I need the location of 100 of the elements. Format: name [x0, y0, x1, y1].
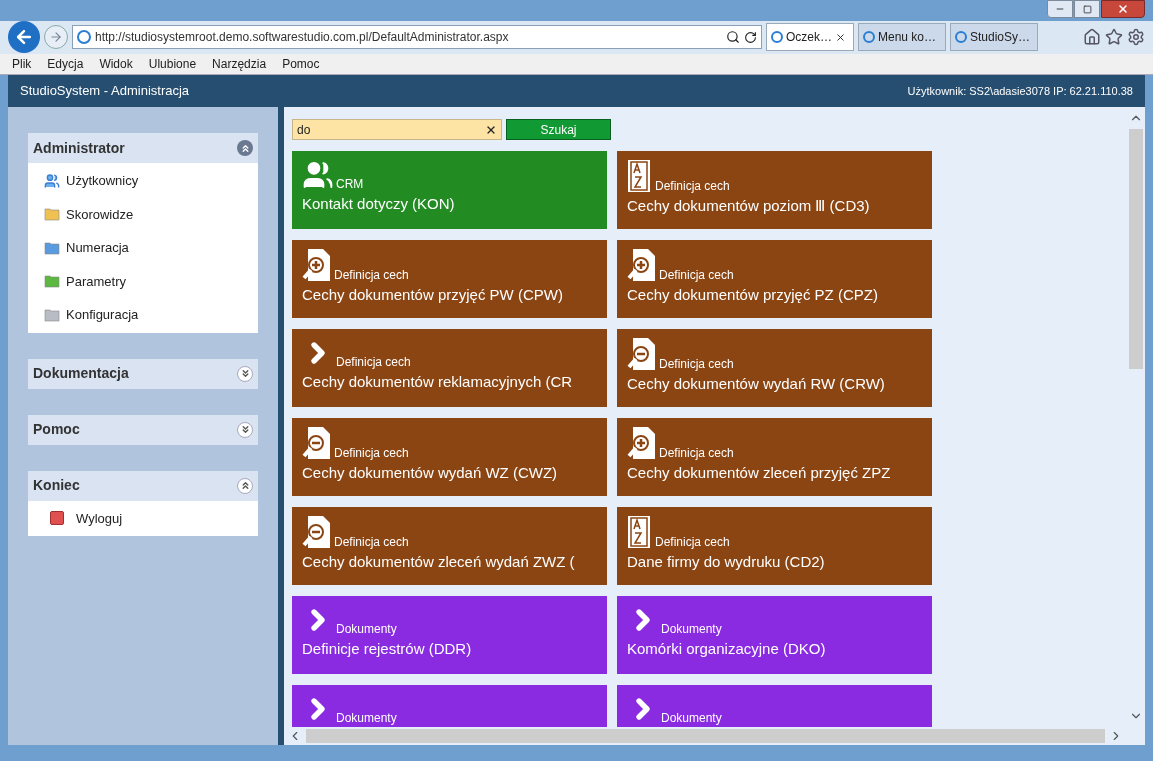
tile-category: Definicja cech	[334, 268, 409, 282]
search-value: do	[297, 121, 311, 139]
menu-item[interactable]: Plik	[12, 54, 32, 73]
address-bar[interactable]: http://studiosystemroot.demo.softwarestudio.com.pl/DefaultAdministrator.aspx	[72, 25, 762, 50]
tile-category: Definicja cech	[334, 446, 409, 460]
tile-category: Definicja cech	[655, 179, 730, 193]
zoom-out-document-icon	[627, 337, 657, 371]
tile-category: Definicja cech	[336, 355, 411, 369]
tile[interactable]: Definicja cech Cechy dokumentów zleceń wydań ZWZ (	[292, 507, 607, 585]
panel-title: Pomoc	[33, 420, 80, 439]
item-label: Konfiguracja	[66, 306, 139, 324]
sidebar-item[interactable]: Numeracja	[28, 231, 258, 265]
tile[interactable]: Definicja cech Cechy dokumentów przyjęć PZ (CPZ)	[617, 240, 932, 318]
tile[interactable]: Definicja cech Cechy dokumentów wydań RW (CRW)	[617, 329, 932, 407]
sidebar-item[interactable]: Konfiguracja	[28, 298, 258, 332]
search-icon[interactable]	[726, 30, 740, 45]
scroll-thumb[interactable]	[306, 729, 1105, 743]
tile-title: Dane firmy do wydruku (CD2)	[627, 552, 826, 572]
tile-category: Dokumenty	[661, 622, 722, 636]
panel-title: Dokumentacja	[33, 364, 129, 383]
refresh-icon[interactable]	[744, 30, 757, 44]
menu-item[interactable]: Pomoc	[282, 54, 320, 73]
scroll-thumb[interactable]	[1129, 129, 1143, 369]
close-icon[interactable]	[835, 31, 846, 43]
browser-tab[interactable]: Oczek…	[766, 23, 854, 52]
tile-title: Cechy dokumentów przyjęć PZ (CPZ)	[627, 285, 879, 305]
page-icon	[771, 31, 783, 44]
user-info: Użytkownik: SS2\adasie3078 IP: 62.21.110.38	[907, 83, 1133, 99]
panel-title: Administrator	[33, 138, 125, 158]
tile[interactable]: Dokumenty	[617, 685, 932, 727]
collapse-icon[interactable]	[237, 140, 253, 156]
panel-header[interactable]: Dokumentacja	[28, 358, 258, 389]
search-button[interactable]: Szukaj	[506, 119, 611, 140]
favorites-icon[interactable]	[1105, 28, 1123, 47]
people-icon	[302, 159, 334, 191]
tile[interactable]: Dokumenty Komórki organizacyjne (DKO)	[617, 596, 932, 674]
address-text: http://studiosystemroot.demo.softwarestudio.com.pl/DefaultAdministrator.aspx	[95, 29, 510, 47]
menu-item[interactable]: Widok	[99, 54, 133, 73]
tile-title: Definicje rejestrów (DDR)	[302, 639, 473, 659]
tab-label: Menu ko…	[878, 29, 937, 47]
zoom-in-document-icon	[302, 248, 332, 282]
tile[interactable]: Dokumenty Definicje rejestrów (DDR)	[292, 596, 607, 674]
page-icon	[863, 31, 875, 44]
tile-title: Cechy dokumentów zleceń przyjęć ZPZ	[627, 463, 892, 483]
item-label: Skorowidze	[66, 205, 134, 224]
tile[interactable]: Definicja cech Cechy dokumentów zleceń przyjęć ZPZ	[617, 418, 932, 496]
expand-icon[interactable]	[237, 365, 253, 382]
tile[interactable]: Definicja cech Dane firmy do wydruku (CD2)	[617, 507, 932, 585]
item-label: Numeracja	[66, 239, 129, 257]
tile[interactable]: Definicja cech Cechy dokumentów wydań WZ (CWZ)	[292, 418, 607, 496]
search-field[interactable]: do	[292, 119, 502, 140]
tile-title: Cechy dokumentów poziom Ⅲ (CD3)	[627, 196, 871, 216]
tile-title: Cechy dokumentów przyjęć PW (CPW)	[302, 285, 564, 305]
sidebar-item[interactable]: Skorowidze	[28, 197, 258, 231]
sidebar-item[interactable]: Parametry	[28, 264, 258, 298]
page-icon	[77, 30, 91, 45]
panel-header[interactable]: Koniec	[28, 470, 258, 501]
menu-item[interactable]: Edycja	[47, 54, 84, 73]
zoom-out-document-icon	[302, 426, 332, 460]
zoom-in-document-icon	[627, 248, 657, 282]
expand-icon[interactable]	[237, 421, 253, 438]
tile[interactable]: Definicja cech Cechy dokumentów poziom Ⅲ (CD3)	[617, 151, 932, 229]
item-label: Parametry	[66, 272, 126, 291]
stop-icon	[50, 511, 64, 526]
browser-tab[interactable]: StudioSy…	[950, 23, 1038, 52]
tile-category: CRM	[336, 177, 364, 191]
collapse-icon[interactable]	[237, 477, 253, 494]
panel-header[interactable]: Pomoc	[28, 414, 258, 445]
tile[interactable]: Definicja cech Cechy dokumentów reklamacyjnych (CR	[292, 329, 607, 407]
folder-icon	[44, 274, 60, 289]
book-icon	[627, 515, 653, 549]
close-icon	[1117, 3, 1129, 15]
tile-title: Komórki organizacyjne (DKO)	[627, 639, 827, 659]
maximize-button[interactable]	[1074, 0, 1100, 18]
sidebar-item[interactable]: Wyloguj	[28, 501, 258, 535]
tile-title: Cechy dokumentów zleceń wydań ZWZ (	[302, 552, 576, 572]
zoom-out-document-icon	[302, 515, 332, 549]
back-button[interactable]	[8, 21, 40, 54]
tile-title: Cechy dokumentów wydań RW (CRW)	[627, 374, 886, 394]
panel-header[interactable]: Administrator	[28, 133, 258, 163]
minimize-button[interactable]	[1047, 0, 1073, 18]
zoom-in-document-icon	[627, 426, 657, 460]
tile-title: Kontakt dotyczy (KON)	[302, 194, 456, 214]
panel-title: Koniec	[33, 476, 80, 495]
settings-icon[interactable]	[1127, 28, 1145, 47]
close-button[interactable]	[1101, 0, 1145, 18]
tile[interactable]: Dokumenty	[292, 685, 607, 727]
book-icon	[627, 159, 653, 193]
home-icon[interactable]	[1083, 28, 1101, 47]
page-icon	[955, 31, 967, 44]
menu-item[interactable]: Ulubione	[148, 54, 197, 73]
tile-category: Definicja cech	[659, 268, 734, 282]
tile[interactable]: CRM Kontakt dotyczy (KON)	[292, 151, 607, 229]
tab-label: Oczek…	[786, 29, 832, 47]
sidebar-item[interactable]: Użytkownicy	[28, 164, 258, 198]
browser-tab[interactable]: Menu ko…	[858, 23, 946, 52]
folder-icon	[44, 207, 60, 222]
tile[interactable]: Definicja cech Cechy dokumentów przyjęć PW (CPW)	[292, 240, 607, 318]
menu-item[interactable]: Narzędzia	[212, 54, 267, 73]
tile-category: Dokumenty	[661, 711, 722, 725]
